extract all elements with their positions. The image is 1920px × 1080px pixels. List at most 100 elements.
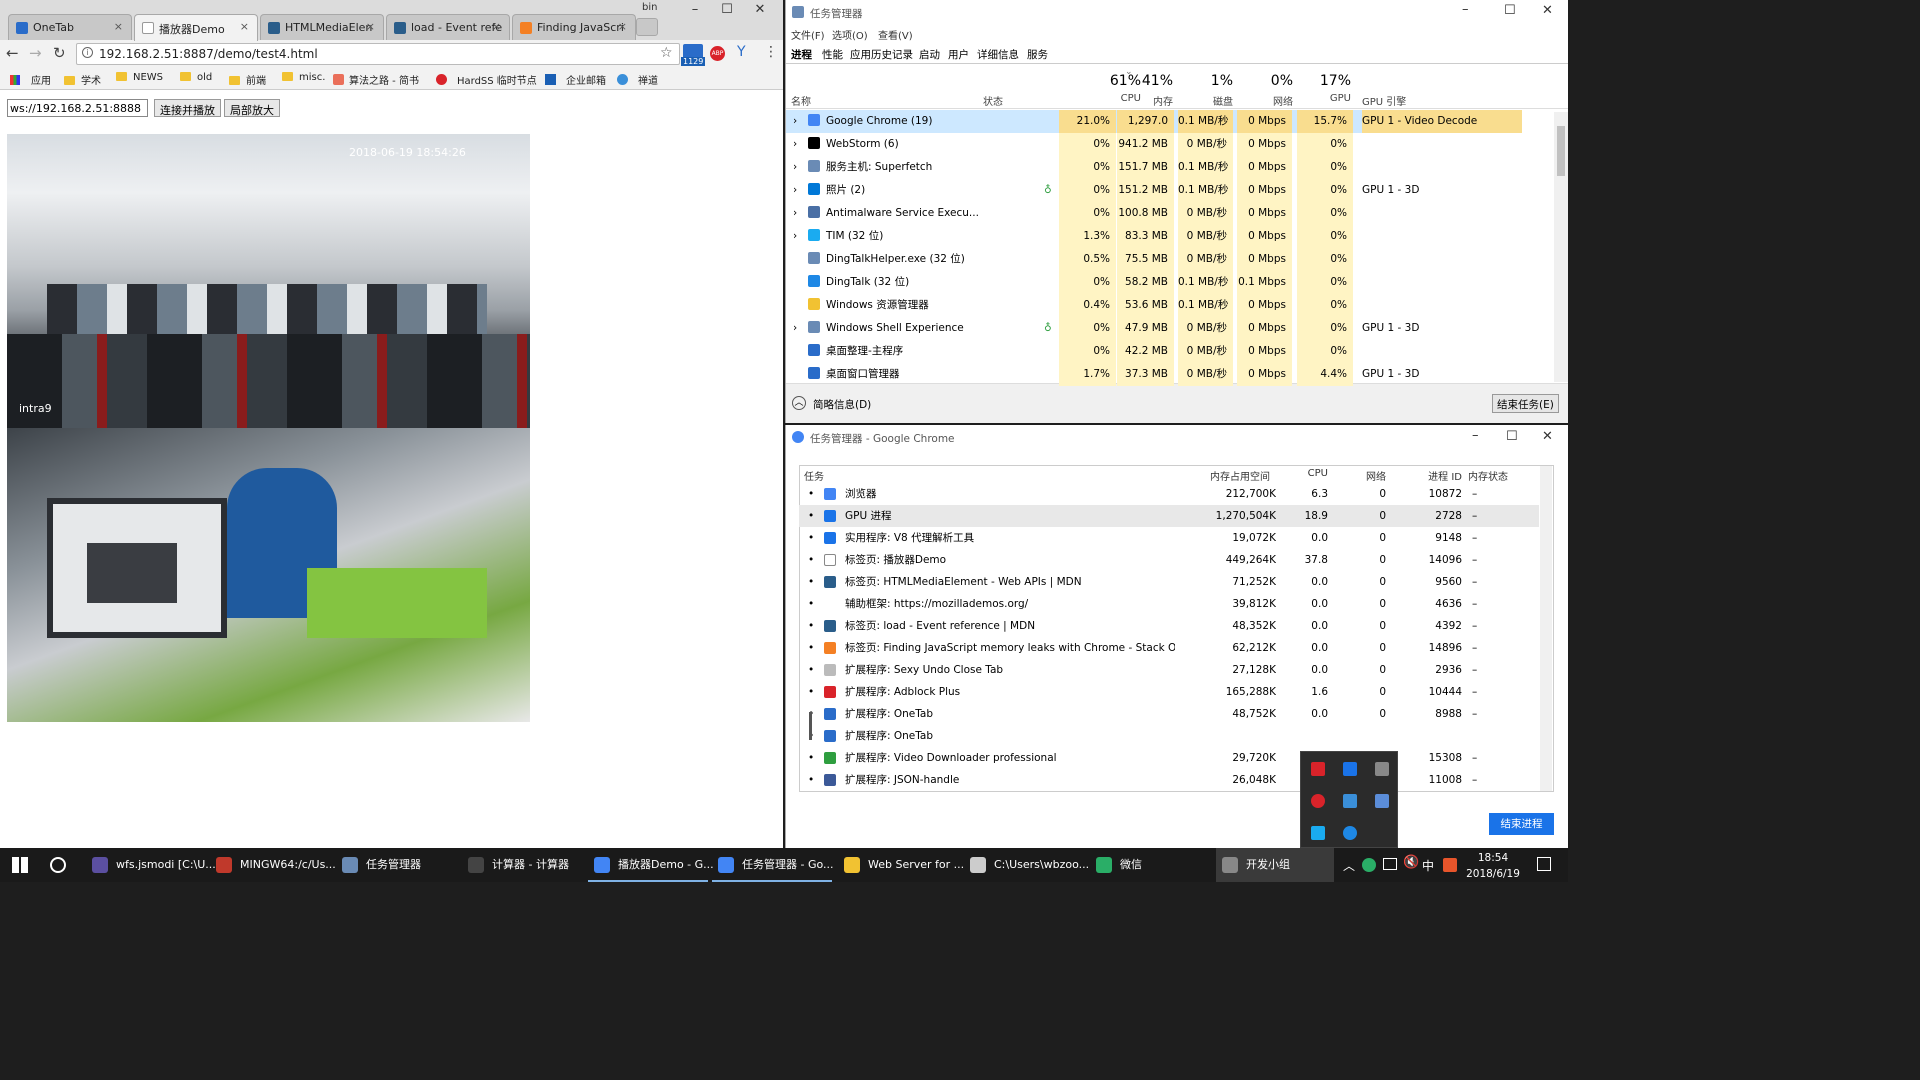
windows-start-icon[interactable] [12,857,28,873]
scrollbar-thumb[interactable] [1557,126,1565,176]
bookmark-apps[interactable]: 应用 [10,72,51,87]
resize-handle[interactable] [809,712,812,740]
end-process-button[interactable]: 结束进程 [1489,813,1554,835]
task-row[interactable]: • 扩展程序: Video Downloader professional 29,7… [799,747,1539,769]
taskbar-item[interactable]: wfs.jsmodi [C:\U... [86,848,216,882]
connect-play-button[interactable]: 连接并播放 [154,99,221,117]
menu-options[interactable]: 选项(O) [832,27,868,42]
minimize-icon[interactable]: – [1472,428,1479,443]
word-icon[interactable] [1343,762,1357,776]
tab-startup[interactable]: 启动 [919,47,940,62]
process-row[interactable]: › 服务主机: Superfetch 0% 151.7 MB 0.1 MB/秒 0 Mbp… [786,156,1521,179]
less-details-link[interactable]: 简略信息(D) [813,397,871,412]
task-row[interactable]: •扩展程序: OneTab [799,725,1539,747]
col-network[interactable]: 网络 [1336,468,1386,483]
notification-icon[interactable] [1537,857,1551,871]
tab-performance[interactable]: 性能 [822,47,843,62]
col-pid[interactable]: 进程 ID [1400,468,1462,483]
taskbar-item[interactable]: 微信 [1090,848,1212,882]
clock-time[interactable]: 18:54 [1462,852,1524,864]
expand-chevron-icon[interactable]: › [793,202,803,225]
bookmark-folder[interactable]: 前端 [229,72,266,87]
menu-dots-icon[interactable]: ⋮ [764,44,778,60]
cortana-icon[interactable] [50,857,66,873]
dingtalk-icon[interactable] [1343,826,1357,840]
process-row[interactable]: › Windows Shell Experience ♁ 0% 47.9 MB 0 MB/… [786,317,1521,340]
taskbar-item[interactable]: C:\Users\wbzoo... [964,848,1089,882]
expand-chevron-icon[interactable]: › [793,179,803,202]
address-bar[interactable]: i 192.168.2.51:8887/demo/test4.html ☆ [76,43,680,65]
network-icon[interactable] [1383,858,1397,870]
col-gpu[interactable]: GPU [1296,93,1351,104]
ime-indicator[interactable]: 中 [1422,857,1434,874]
task-row[interactable]: • 实用程序: V8 代理解析工具 19,072K 0.0 0 9148– [799,527,1539,549]
taskbar-item[interactable]: 播放器Demo - G... [588,848,714,882]
col-disk[interactable]: 磁盘 [1178,93,1233,108]
tab-services[interactable]: 服务 [1027,47,1048,62]
chevron-up-icon[interactable]: ︿ [792,396,806,410]
end-task-button[interactable]: 结束任务(E) [1492,394,1559,413]
tab-onetab[interactable]: OneTab × [8,14,132,41]
expand-chevron-icon[interactable]: › [793,133,803,156]
adblock-icon[interactable]: ABP [710,46,725,61]
forward-arrow-icon[interactable]: → [29,44,42,62]
task-row[interactable]: • 标签页: Finding JavaScript memory leaks wi… [799,637,1539,659]
tim-icon[interactable] [1311,826,1325,840]
col-memory[interactable]: 内存 [1118,93,1173,108]
close-icon[interactable]: × [366,20,375,33]
task-row[interactable]: • 标签页: 播放器Demo 449,264K 37.8 0 14096– [799,549,1539,571]
minimize-icon[interactable]: – [680,2,710,17]
process-row[interactable]: DingTalk (32 位) 0% 58.2 MB 0.1 MB/秒 0.1 Mbps… [786,271,1521,294]
expand-chevron-icon[interactable]: › [793,156,803,179]
task-row[interactable]: • 扩展程序: JSON-handle 26,048K 11008– [799,769,1539,791]
close-window-icon[interactable]: ✕ [745,2,775,17]
new-tab-button[interactable] [636,18,658,36]
tab-app-history[interactable]: 应用历史记录 [850,47,913,62]
zoom-button[interactable]: 局部放大 [224,99,280,117]
bookmark-hardss[interactable]: HardSS 临时节点 [436,72,537,87]
process-row[interactable]: › WebStorm (6) 0% 941.2 MB 0 MB/秒 0 Mbps 0% [786,133,1521,156]
clock-date[interactable]: 2018/6/19 [1462,868,1524,880]
task-row[interactable]: •扩展程序: OneTab48,752K0.008988– [799,703,1539,725]
tab-finding-javascript[interactable]: Finding JavaScri × [512,14,636,41]
expand-chevron-icon[interactable]: › [793,225,803,248]
huawei-icon[interactable] [1311,794,1325,808]
cursor-icon[interactable] [1375,762,1389,776]
profile-label[interactable]: bin [642,2,657,13]
menu-view[interactable]: 查看(V) [878,27,913,42]
tab-htmlmediaelement[interactable]: HTMLMediaElen × [260,14,384,41]
task-row[interactable]: • 辅助框架: https://mozillademos.org/39,812K 0… [799,593,1539,615]
col-gpu-engine[interactable]: GPU 引擎 [1362,93,1406,108]
expand-chevron-icon[interactable]: › [793,110,803,133]
bookmark-folder[interactable]: misc. [282,72,325,83]
bookmark-folder[interactable]: 学术 [64,72,101,87]
scrollbar[interactable] [1540,466,1552,791]
taskbar-item[interactable]: Web Server for ... [838,848,964,882]
process-row[interactable]: › 照片 (2) ♁ 0% 151.2 MB 0.1 MB/秒 0 Mbps 0% GPU 1 … [786,179,1521,202]
chevron-up-icon[interactable]: ︿ [1343,857,1355,874]
back-arrow-icon[interactable]: ← [6,44,19,62]
task-row[interactable]: • 扩展程序: Sexy Undo Close Tab 27,128K 0.0 0 293… [799,659,1539,681]
task-row[interactable]: • GPU 进程 1,270,504K 18.9 0 2728– [799,505,1539,527]
taskbar-item[interactable]: 计算器 - 计算器 [462,848,584,882]
info-icon[interactable]: i [82,47,93,58]
col-status[interactable]: 状态 [983,93,1003,108]
process-row[interactable]: 桌面窗口管理器 1.7% 37.3 MB 0 MB/秒 0 Mbps 4.4% GPU 1 … [786,363,1521,386]
maximize-icon[interactable]: ☐ [1504,3,1516,18]
close-icon[interactable]: ✕ [1542,429,1553,444]
col-task[interactable]: 任务 [804,468,824,483]
wechat-tray-icon[interactable] [1362,858,1376,872]
maximize-icon[interactable]: ☐ [1506,429,1518,444]
process-row[interactable]: Windows 资源管理器 0.4% 53.6 MB 0.1 MB/秒 0 Mbps 0% [786,294,1521,317]
bookmark-folder[interactable]: NEWS [116,72,163,83]
process-row[interactable]: › Antimalware Service Execu... 0% 100.8 MB 0… [786,202,1521,225]
bookmark-mail[interactable]: 企业邮箱 [545,72,606,87]
close-icon[interactable]: ✕ [1542,3,1553,18]
tab-details[interactable]: 详细信息 [977,47,1019,62]
bookmark-folder[interactable]: old [180,72,212,83]
taskbar-item[interactable]: MINGW64:/c/Us... [210,848,336,882]
tab-processes[interactable]: 进程 [791,47,812,62]
expand-chevron-icon[interactable]: › [793,317,803,340]
menu-file[interactable]: 文件(F) [791,27,825,42]
bookmark-zentao[interactable]: 禅道 [617,72,658,87]
